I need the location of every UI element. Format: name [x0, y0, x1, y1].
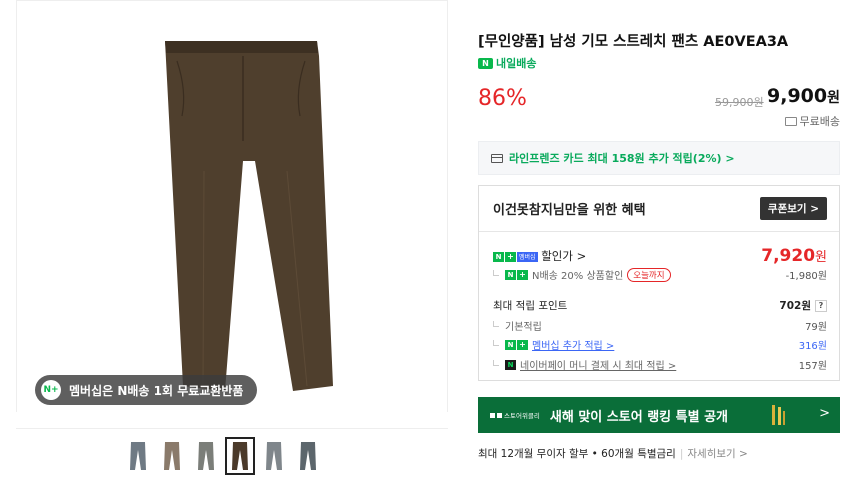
discount-price-value: 7,920: [761, 246, 816, 266]
product-info: [무인양품] 남성 기모 스트레치 팬츠 AE0VEA3A N 내일배송 86%…: [478, 0, 840, 483]
card-promo-link[interactable]: 라인프렌즈 카드 최대 158원 추가 적립(2%) >: [478, 141, 840, 175]
naver-plus-membership-badge: N + 멤버십: [493, 251, 538, 262]
membership-points-value: 316원: [798, 341, 827, 352]
basic-points-row: 기본적립 79원: [493, 318, 827, 333]
thumbnail-3[interactable]: [192, 438, 220, 474]
banner-brand: 스토어위클리: [504, 412, 540, 420]
discount-rate: 86%: [478, 86, 527, 111]
basic-points-value: 79원: [805, 322, 827, 333]
store-weekly-logo: 스토어위클리: [490, 410, 540, 420]
max-points-row: 최대 적립 포인트 702원 ?: [493, 298, 827, 313]
discount-label-text: 할인가 >: [541, 249, 587, 263]
coupon-button[interactable]: 쿠폰보기 >: [759, 197, 827, 220]
sale-price: 9,900원: [767, 85, 840, 107]
membership-points-label: N + 멤버십 추가 적립 >: [493, 337, 614, 352]
installment-separator: |: [679, 448, 684, 460]
free-shipping-label: 무료배송: [799, 115, 840, 128]
n-icon: N: [505, 339, 516, 350]
basic-points-label: 기본적립: [493, 318, 542, 333]
thumbnail-pants-image: [300, 442, 316, 470]
thumbnail-pants-image: [266, 442, 282, 470]
thumbnail-pants-image: [198, 442, 214, 470]
max-points-label: 최대 적립 포인트: [493, 300, 568, 312]
delivery-label: 내일배송: [496, 57, 537, 70]
installment-more-link[interactable]: 자세히보기 >: [687, 448, 747, 460]
banner-arrow-icon: >: [819, 406, 830, 421]
banner-text: 새해 맞이 스토어 랭킹 특별 공개: [549, 409, 729, 425]
benefit-box: 이건못참지님만을 위한 혜택 쿠폰보기 > N + 멤버십 할인가 > 7,920원…: [478, 185, 840, 381]
naver-pay-icon: N: [505, 359, 516, 370]
n-icon: N: [493, 251, 504, 262]
membership-tag: 멤버십: [517, 251, 538, 262]
installment-text: 최대 12개월 무이자 할부 • 60개월 특별금리: [478, 448, 676, 460]
max-points-value: 702원: [779, 300, 811, 312]
sale-price-value: 9,900: [767, 85, 828, 107]
thumbnail-pants-image: [232, 442, 248, 470]
n-discount-row: N + N배송 20% 상품할인 오늘까지 -1,980원: [493, 267, 827, 282]
thumbnail-6[interactable]: [294, 438, 322, 474]
benefit-header: 이건못참지님만을 위한 혜택 쿠폰보기 >: [479, 186, 839, 232]
naverpay-points-row: N 네이버페이 머니 결제 시 최대 적립 > 157원: [493, 357, 827, 372]
card-promo-text: 라인프렌즈 카드 최대 158원 추가 적립(2%) >: [509, 152, 735, 165]
credit-card-icon: [491, 153, 503, 163]
plus-icon: +: [517, 269, 528, 280]
max-points: 702원 ?: [779, 298, 827, 313]
discount-price-currency: 원: [815, 250, 827, 265]
truck-icon: [784, 116, 797, 126]
thumbnail-pants-image: [130, 442, 146, 470]
today-only-tag: 오늘까지: [627, 267, 671, 282]
installment-info: 최대 12개월 무이자 할부 • 60개월 특별금리 | 자세히보기 >: [478, 446, 748, 461]
naverpay-points-value: 157원: [798, 361, 827, 372]
thumbnail-4[interactable]: [225, 437, 255, 475]
n-discount-text: N배송 20% 상품할인: [532, 271, 624, 282]
membership-pill: N+ 멤버십은 N배송 1회 무료교환반품: [35, 375, 258, 405]
thumbnail-2[interactable]: [158, 438, 186, 474]
discount-price-label: N + 멤버십 할인가 >: [493, 248, 586, 264]
thumbnail-5[interactable]: [260, 438, 288, 474]
naver-plus-badge: N +: [505, 339, 528, 350]
discount-price-row[interactable]: N + 멤버십 할인가 > 7,920원: [493, 246, 827, 266]
thumbnail-1[interactable]: [124, 438, 152, 474]
discount-price: 7,920원: [761, 246, 827, 266]
product-gallery: N+ 멤버십은 N배송 1회 무료교환반품: [16, 0, 448, 483]
tomorrow-delivery-icon: N: [478, 57, 493, 69]
naverpay-points-label: N 네이버페이 머니 결제 시 최대 적립 >: [493, 357, 676, 372]
membership-pill-text: 멤버십은 N배송 1회 무료교환반품: [69, 383, 244, 398]
membership-points-link[interactable]: 멤버십 추가 적립 >: [532, 337, 614, 352]
sale-price-currency: 원: [827, 90, 840, 106]
product-title: [무인양품] 남성 기모 스트레치 팬츠 AE0VEA3A: [478, 34, 789, 50]
n-icon: N: [505, 269, 516, 280]
help-icon[interactable]: ?: [815, 299, 827, 312]
n-discount-label: N + N배송 20% 상품할인 오늘까지: [493, 267, 671, 282]
thumbnail-strip: [124, 437, 322, 475]
plus-icon: +: [505, 251, 516, 262]
benefit-title: 이건못참지님만을 위한 혜택: [493, 203, 646, 218]
original-price: 59,900원: [715, 96, 764, 109]
naverpay-points-link[interactable]: 네이버페이 머니 결제 시 최대 적립 >: [520, 357, 676, 372]
main-product-image[interactable]: N+ 멤버십은 N배송 1회 무료교환반품: [16, 0, 448, 412]
trophy-icon: [772, 405, 785, 425]
divider: [16, 428, 448, 429]
thumbnail-pants-image: [164, 442, 180, 470]
membership-points-row: N + 멤버십 추가 적립 > 316원: [493, 337, 827, 352]
store-weekly-banner[interactable]: 스토어위클리 새해 맞이 스토어 랭킹 특별 공개 >: [478, 397, 840, 433]
free-shipping: 무료배송: [784, 113, 840, 129]
naver-plus-badge: N +: [505, 269, 528, 280]
n-discount-value: -1,980원: [785, 271, 827, 282]
delivery-badge: N 내일배송: [478, 55, 536, 71]
pants-image: [165, 41, 333, 391]
plus-icon: +: [517, 339, 528, 350]
naver-plus-icon: N+: [41, 380, 61, 400]
